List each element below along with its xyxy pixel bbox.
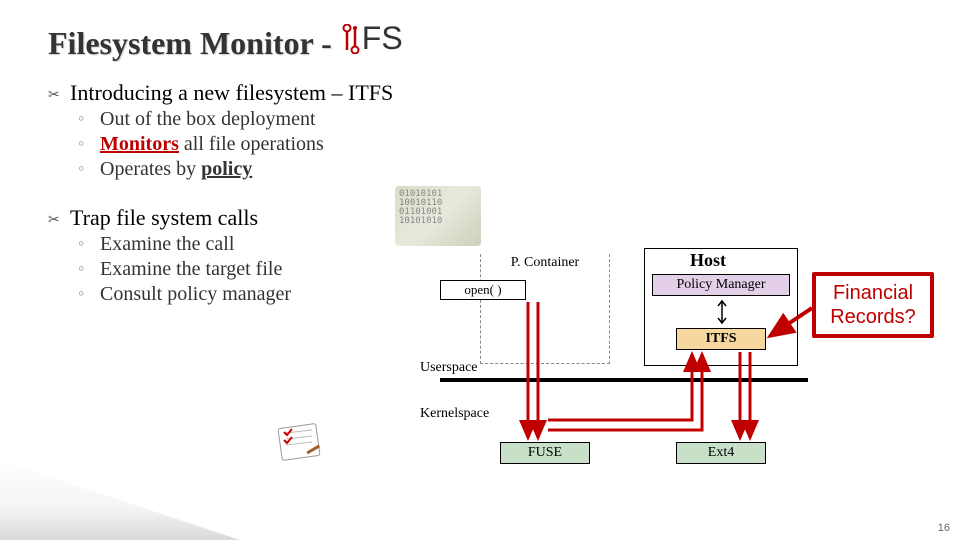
bullet-2-sub-2-text: Examine the target file: [100, 258, 282, 281]
sub-marker-icon: ◦: [78, 158, 92, 179]
bullet-1-text: Introducing a new filesystem – ITFS: [70, 80, 393, 106]
user-kernel-divider: [440, 378, 808, 382]
checklist-icon: [270, 418, 326, 466]
sub-prefix: Operates by: [100, 158, 201, 180]
bullet-1-sub-2-text: Monitors all file operations: [100, 133, 324, 156]
bullet-2-text: Trap file system calls: [70, 205, 258, 231]
sub-marker-icon: ◦: [78, 283, 92, 304]
itfs-pm-arrow-icon: [716, 298, 728, 326]
slide: Filesystem Monitor - FS ✂ Introducing a …: [0, 0, 960, 540]
emphasis-policy: policy: [201, 158, 252, 180]
process-container-box: P. Container: [480, 254, 610, 364]
page-number: 16: [938, 522, 950, 534]
bullet-1: ✂ Introducing a new filesystem – ITFS: [48, 80, 912, 106]
binary-sample: 01010101 10010110 01101001 10101010: [399, 189, 442, 226]
itfs-box: ITFS: [676, 328, 766, 350]
sub-marker-icon: ◦: [78, 258, 92, 279]
corner-wedge-decor: [0, 460, 240, 540]
sub-rest: all file operations: [179, 133, 324, 155]
title-suffix: FS: [362, 20, 403, 57]
sub-marker-icon: ◦: [78, 108, 92, 129]
sub-marker-icon: ◦: [78, 233, 92, 254]
host-label: Host: [690, 250, 726, 271]
policy-manager-box: Policy Manager: [652, 274, 790, 296]
financial-records-callout: Financial Records?: [812, 272, 934, 338]
bullet-2-sub-3-text: Consult policy manager: [100, 283, 291, 306]
bullet-1-sub-3: ◦ Operates by policy: [78, 158, 912, 181]
fuse-box: FUSE: [500, 442, 590, 464]
bullet-2-sub-1-text: Examine the call: [100, 233, 234, 256]
bullet-marker-icon: ✂: [48, 211, 62, 228]
bullet-marker-icon: ✂: [48, 86, 62, 103]
process-container-label: P. Container: [481, 254, 609, 272]
title-row: Filesystem Monitor - FS: [48, 20, 912, 62]
bullet-1-sub-1: ◦ Out of the box deployment: [78, 108, 912, 131]
bullet-1-sub-3-text: Operates by policy: [100, 158, 252, 181]
bullet-1-sub-2: ◦ Monitors all file operations: [78, 133, 912, 156]
ext4-box: Ext4: [676, 442, 766, 464]
architecture-diagram: P. Container open( ) Host Policy Manager…: [420, 236, 940, 516]
userspace-label: Userspace: [420, 360, 478, 376]
kernelspace-label: Kernelspace: [420, 406, 489, 422]
title-logo: FS: [342, 20, 403, 57]
open-call-box: open( ): [440, 280, 526, 300]
page-title: Filesystem Monitor -: [48, 25, 332, 62]
wrench-icon: [342, 24, 360, 54]
sub-marker-icon: ◦: [78, 133, 92, 154]
emphasis-monitors: Monitors: [100, 133, 179, 155]
bullet-1-sub-1-text: Out of the box deployment: [100, 108, 316, 131]
